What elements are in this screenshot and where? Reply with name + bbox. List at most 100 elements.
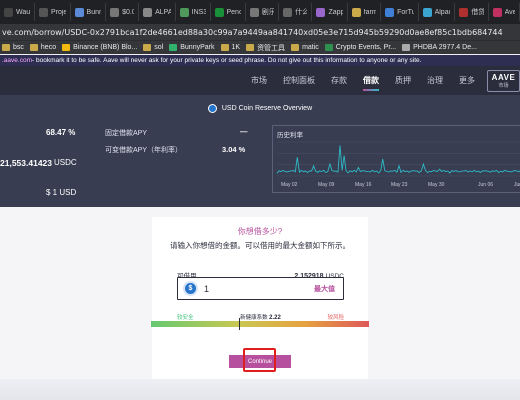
max-button[interactable]: 最大值 — [314, 284, 335, 294]
tab-favicon-icon — [4, 7, 13, 17]
browser-tab[interactable]: Proje — [35, 3, 71, 21]
tab-label: INS3 — [191, 8, 206, 16]
tab-favicon-icon — [74, 7, 84, 17]
bookmark-item[interactable]: bsc — [2, 44, 24, 51]
tab-favicon-icon — [38, 7, 48, 17]
tab-favicon-icon — [143, 7, 153, 17]
stable-apy-label: 固定借款APY — [105, 130, 148, 137]
folder-icon — [29, 44, 38, 51]
folder-icon — [220, 44, 229, 51]
bookmark-item[interactable]: Crypto Events, Pr... — [324, 44, 397, 51]
tab-label: Zapp — [328, 8, 343, 16]
price-value: $ 1 USD — [46, 188, 77, 197]
tab-favicon-icon — [110, 7, 120, 17]
borrow-question: 你想借多少? — [237, 227, 283, 236]
tab-favicon-icon — [283, 7, 293, 17]
browser-tab[interactable]: ForTu — [381, 3, 419, 21]
browser-tab[interactable]: Bunn — [71, 3, 107, 21]
chart-date-label: May 02 — [281, 182, 298, 188]
tab-label: farm — [363, 8, 377, 16]
address-bar[interactable]: ve.com/borrow/USDC-0x2791bca1f2de4661ed8… — [0, 24, 520, 40]
folder-icon — [324, 44, 333, 51]
rate-chart-svg: May 02 May 09 May 16 May 23 May 30 Jun 06 Jun — [276, 141, 520, 188]
amount-input[interactable] — [204, 283, 294, 294]
total-liquidity-unit: USDC — [54, 158, 77, 167]
chart-date-label: Jun 06 — [478, 182, 493, 188]
chart-date-label: May 30 — [428, 182, 445, 188]
continue-button[interactable]: Continue — [229, 355, 291, 368]
logo-text: AAVE — [491, 72, 516, 82]
tab-label: ForTu — [397, 8, 414, 16]
nav-link[interactable]: 治理 — [419, 66, 451, 95]
usdc-coin-icon: $ — [183, 281, 198, 296]
bookmark-item[interactable]: 1K — [220, 44, 240, 51]
bookmark-label: BunnyPark — [180, 44, 215, 51]
folder-icon — [169, 44, 178, 51]
tab-label: Penc — [226, 8, 241, 16]
logo-subtext: 市场 — [498, 82, 509, 89]
aave-logo[interactable]: AAVE 市场 — [487, 69, 520, 92]
browser-tab[interactable]: Penc — [211, 3, 246, 21]
browser-tab[interactable]: farm — [348, 3, 382, 21]
stable-apy-value: — — [240, 127, 248, 136]
nav-link[interactable]: 市场 — [243, 66, 275, 95]
tab-label: Proje — [50, 8, 66, 16]
tab-label: 什么 — [295, 9, 308, 16]
browser-tab-strip: Waul Proje Bunn $0.0 ALPA INS3 Penc 剧乐 什么 Zapp far… — [0, 0, 520, 24]
browser-tab[interactable]: ALPA — [139, 3, 176, 21]
tab-favicon-icon — [316, 7, 326, 17]
bookmark-item[interactable]: PHDBA 2977.4 De... — [402, 44, 477, 51]
browser-tab[interactable]: INS3 — [176, 3, 211, 21]
health-marker — [239, 318, 240, 330]
bookmark-item[interactable]: 资管工具 — [246, 43, 285, 53]
app-navigation: 市场 控制面板 存款 借款 质押 治理 更多 AAVE 市场 — [0, 66, 520, 95]
page-footer-fade — [0, 379, 520, 400]
tab-favicon-icon — [249, 7, 259, 17]
historical-rates-chart: 历史利率 May 02 May 09 May 16 May 23 May 30 Jun 0… — [272, 125, 520, 193]
tab-label: Alpac — [434, 8, 451, 16]
browser-tab[interactable]: Ave — [489, 3, 520, 21]
total-liquidity-value: 21,553.41423 — [0, 158, 52, 168]
nav-link[interactable]: 质押 — [387, 66, 419, 95]
folder-icon — [291, 44, 300, 51]
bookmark-label: Crypto Events, Pr... — [335, 44, 397, 51]
browser-tab[interactable]: Waul — [0, 3, 35, 21]
bookmark-label: heco — [40, 44, 57, 51]
tab-label: Ave — [504, 8, 516, 16]
tab-favicon-icon — [385, 7, 395, 17]
utilization-value: 68.47 % — [46, 128, 76, 137]
url-text[interactable]: ve.com/borrow/USDC-0x2791bca1f2de4661ed8… — [2, 28, 503, 37]
borrow-instructions: 请输入你想借的金额。可以借用的最大金额如下所示。 — [170, 241, 350, 250]
tab-label: Bunn — [86, 8, 102, 16]
nav-link[interactable]: 更多 — [451, 66, 483, 95]
tab-favicon-icon — [351, 7, 361, 17]
bookmark-item[interactable]: matic — [291, 44, 319, 51]
amount-field[interactable]: $ 最大值 — [177, 277, 344, 300]
security-warning-banner: .aave.com - bookmark it to be safe. Aave… — [0, 55, 520, 66]
bookmark-item[interactable]: heco — [29, 44, 57, 51]
tab-favicon-icon — [179, 7, 189, 17]
nav-links: 市场 控制面板 存款 借款 质押 治理 更多 — [243, 66, 483, 95]
browser-tab[interactable]: $0.0 — [106, 3, 140, 21]
browser-tab[interactable]: 什么 — [279, 3, 313, 21]
browser-tab[interactable]: Zapp — [312, 3, 348, 21]
overview-title: USD Coin Reserve Overview — [221, 104, 313, 112]
warning-site: .aave.com — [2, 57, 32, 64]
warning-text: - bookmark it to be safe. Aave will neve… — [32, 57, 422, 64]
tab-label: 剧乐 — [261, 9, 275, 16]
health-safe-label: 较安全 — [177, 315, 194, 321]
usdc-icon — [207, 103, 217, 113]
bookmark-item[interactable]: BunnyPark — [169, 44, 215, 51]
browser-tab[interactable]: Alpac — [419, 3, 456, 21]
nav-link[interactable]: 存款 — [323, 66, 355, 95]
chart-date-label: Jun — [514, 182, 520, 188]
health-risk-label: 较风险 — [327, 315, 344, 321]
bookmark-label: bsc — [13, 44, 24, 51]
bookmark-item[interactable]: Binance (BNB) Blo... — [62, 44, 137, 51]
nav-link[interactable]: 控制面板 — [275, 66, 323, 95]
folder-icon — [2, 44, 10, 51]
browser-tab[interactable]: 剧乐 — [246, 3, 280, 21]
browser-tab[interactable]: 借贷 — [455, 3, 489, 21]
bookmark-item[interactable]: sol — [143, 44, 163, 51]
nav-link[interactable]: 借款 — [355, 66, 387, 95]
